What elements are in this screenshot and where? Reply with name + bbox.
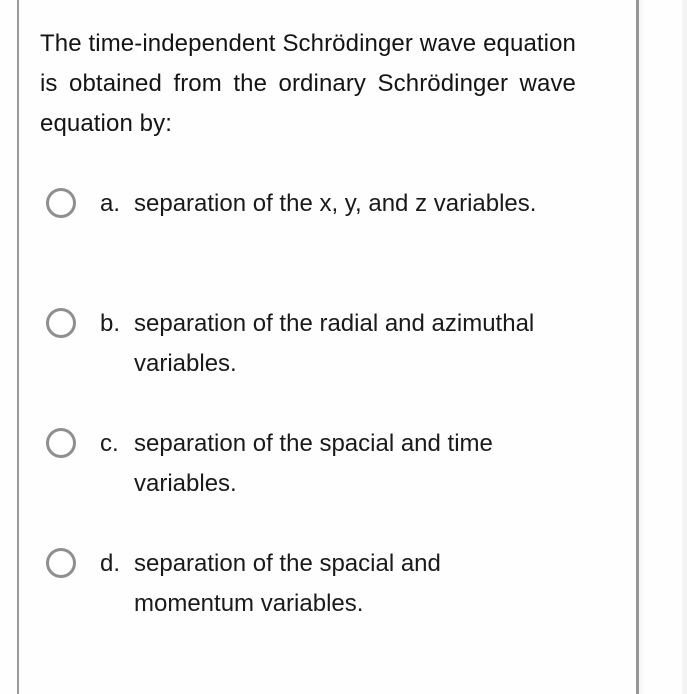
option-letter: c. [100, 430, 119, 457]
option-a[interactable]: a. separation of the x, y, and z variabl… [46, 184, 606, 304]
option-text: separation of the spacial and momentum v… [134, 550, 441, 617]
option-letter: a. [100, 190, 121, 217]
radio-button-icon[interactable] [46, 548, 76, 578]
radio-button-icon[interactable] [46, 428, 76, 458]
option-d[interactable]: d. separation of the spacial and momentu… [46, 544, 606, 664]
option-b[interactable]: b. separation of the radial and azimutha… [46, 304, 606, 424]
option-text: separation of the spacial and time varia… [134, 430, 493, 497]
option-letter: d. [100, 550, 121, 577]
answer-options: a. separation of the x, y, and z variabl… [46, 184, 606, 664]
option-c[interactable]: c. separation of the spacial and time va… [46, 424, 606, 544]
question-text: The time-independent Schrödinger wave eq… [40, 30, 576, 137]
option-letter: b. [100, 310, 121, 337]
scroll-gutter [682, 0, 687, 694]
radio-button-icon[interactable] [46, 308, 76, 338]
option-text: separation of the radial and azimuthal v… [134, 310, 535, 377]
option-text: separation of the x, y, and z variables. [134, 190, 537, 217]
radio-button-icon[interactable] [46, 188, 76, 218]
